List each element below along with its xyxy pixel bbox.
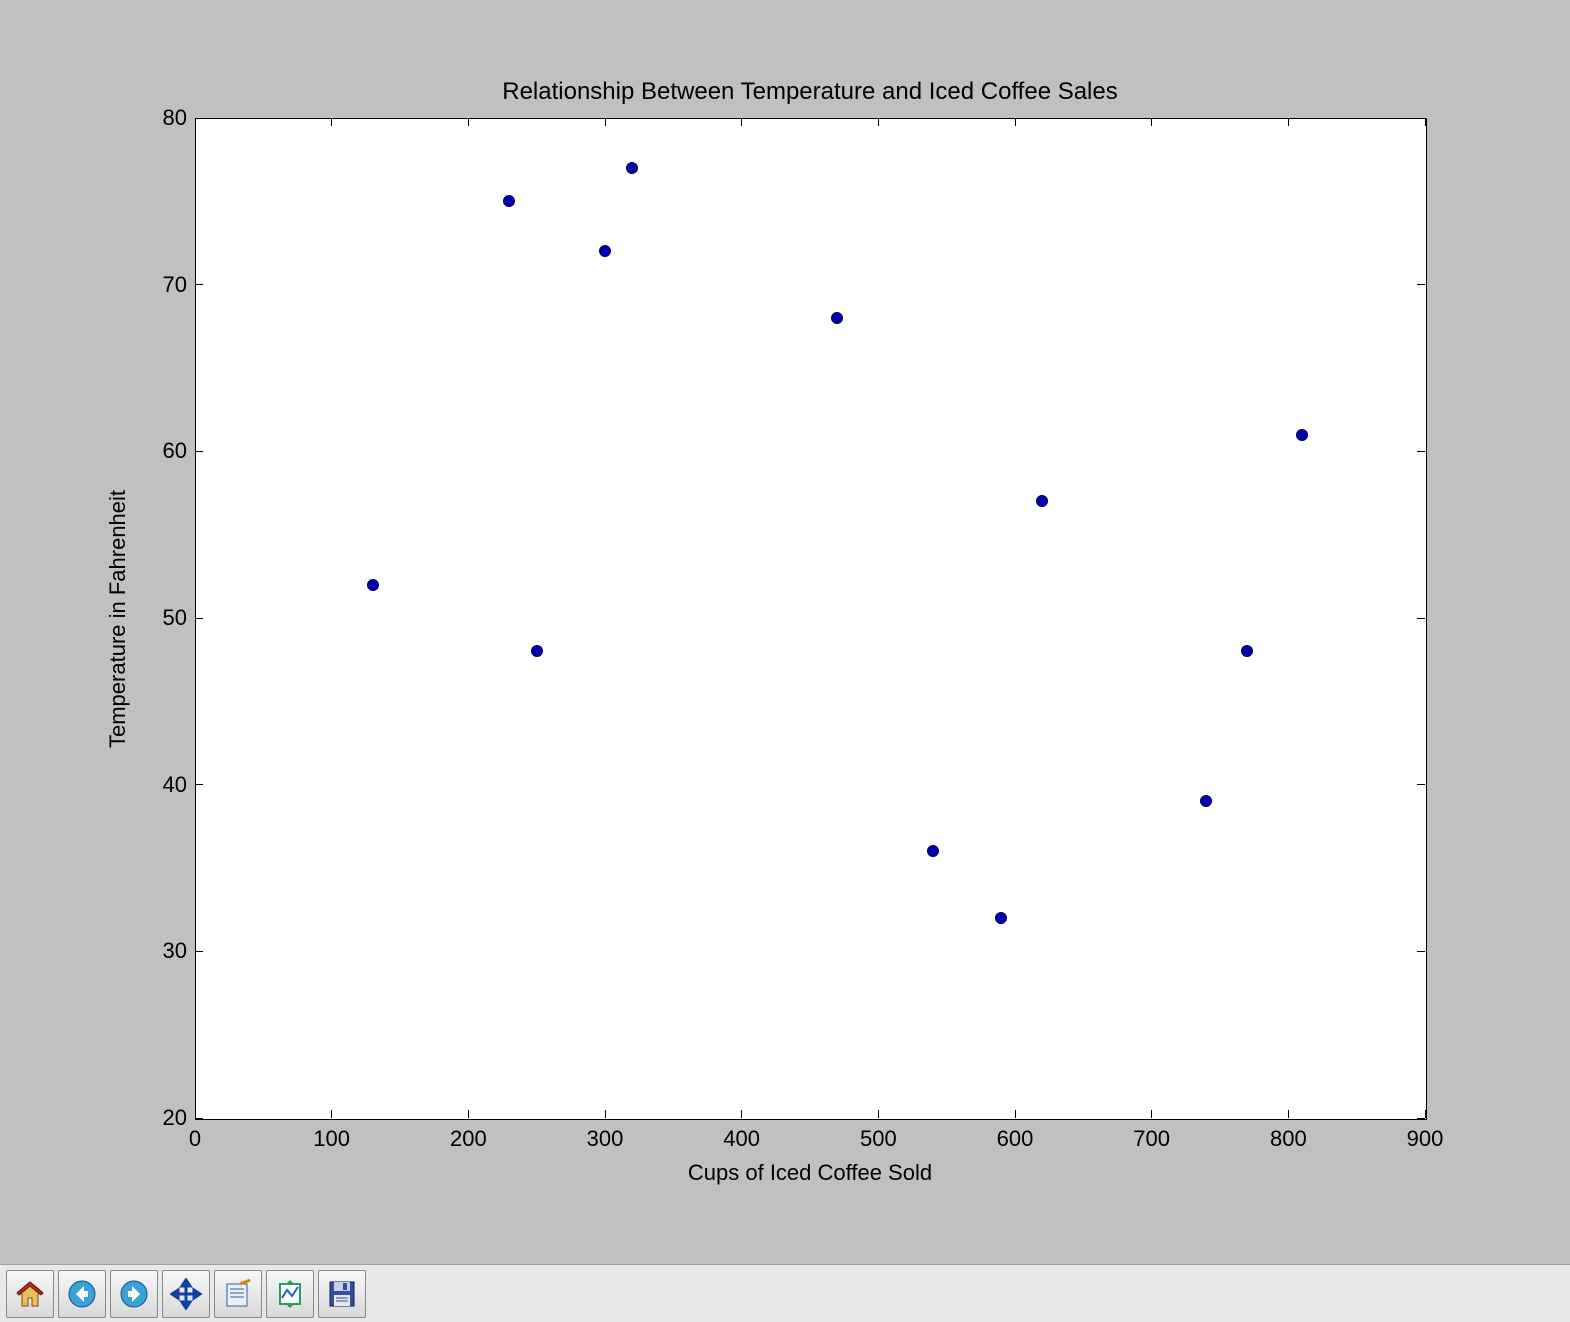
zoom-button[interactable] <box>214 1270 262 1318</box>
y-tick-label: 40 <box>153 772 187 798</box>
chart-title: Relationship Between Temperature and Ice… <box>195 78 1425 106</box>
y-tick-mark <box>1417 784 1425 785</box>
back-button[interactable] <box>58 1270 106 1318</box>
y-tick-mark <box>195 118 203 119</box>
x-tick-mark <box>331 1110 332 1118</box>
y-tick-mark <box>195 618 203 619</box>
data-point <box>1296 429 1308 441</box>
data-point <box>927 845 939 857</box>
x-tick-mark <box>741 118 742 126</box>
x-tick-label: 500 <box>860 1126 897 1152</box>
figure-toolbar <box>0 1264 1570 1322</box>
y-tick-mark <box>1417 118 1425 119</box>
data-point <box>531 645 543 657</box>
data-point <box>831 312 843 324</box>
y-tick-mark <box>1417 951 1425 952</box>
x-tick-mark <box>605 118 606 126</box>
subplots-button[interactable] <box>266 1270 314 1318</box>
x-tick-mark <box>468 118 469 126</box>
pan-button[interactable] <box>162 1270 210 1318</box>
home-icon <box>14 1278 46 1310</box>
data-point <box>503 195 515 207</box>
y-tick-mark <box>1417 284 1425 285</box>
x-axis-label: Cups of Iced Coffee Sold <box>195 1160 1425 1186</box>
data-point <box>995 912 1007 924</box>
x-tick-label: 300 <box>587 1126 624 1152</box>
y-tick-mark <box>195 1118 203 1119</box>
x-tick-label: 100 <box>313 1126 350 1152</box>
save-button[interactable] <box>318 1270 366 1318</box>
y-tick-mark <box>195 951 203 952</box>
x-tick-mark <box>1288 118 1289 126</box>
y-tick-mark <box>195 284 203 285</box>
x-tick-label: 0 <box>189 1126 201 1152</box>
x-tick-label: 400 <box>723 1126 760 1152</box>
x-tick-label: 800 <box>1270 1126 1307 1152</box>
x-tick-mark <box>878 118 879 126</box>
figure-canvas: Relationship Between Temperature and Ice… <box>0 0 1570 1264</box>
x-tick-label: 600 <box>997 1126 1034 1152</box>
axes-area <box>195 118 1427 1120</box>
forward-button[interactable] <box>110 1270 158 1318</box>
x-tick-mark <box>1151 118 1152 126</box>
x-tick-mark <box>1015 1110 1016 1118</box>
y-tick-label: 70 <box>153 272 187 298</box>
y-tick-mark <box>1417 451 1425 452</box>
zoom-rect-icon <box>222 1278 254 1310</box>
data-point <box>367 579 379 591</box>
y-tick-mark <box>195 784 203 785</box>
data-point <box>599 245 611 257</box>
x-tick-mark <box>1015 118 1016 126</box>
y-tick-label: 60 <box>153 438 187 464</box>
x-tick-label: 900 <box>1407 1126 1444 1152</box>
x-tick-mark <box>1425 118 1426 126</box>
y-tick-mark <box>1417 1118 1425 1119</box>
move-icon <box>170 1278 202 1310</box>
x-tick-mark <box>331 118 332 126</box>
y-tick-label: 80 <box>153 105 187 131</box>
x-tick-mark <box>1151 1110 1152 1118</box>
floppy-disk-icon <box>326 1278 358 1310</box>
home-button[interactable] <box>6 1270 54 1318</box>
data-point <box>1200 795 1212 807</box>
y-tick-mark <box>1417 618 1425 619</box>
y-axis-label: Temperature in Fahrenheit <box>105 490 131 748</box>
subplots-icon <box>274 1278 306 1310</box>
arrow-left-icon <box>66 1278 98 1310</box>
data-point <box>1036 495 1048 507</box>
x-tick-label: 200 <box>450 1126 487 1152</box>
data-point <box>1241 645 1253 657</box>
y-tick-mark <box>195 451 203 452</box>
x-tick-mark <box>195 118 196 126</box>
data-point <box>626 162 638 174</box>
y-tick-label: 20 <box>153 1105 187 1131</box>
y-tick-label: 30 <box>153 938 187 964</box>
x-tick-mark <box>468 1110 469 1118</box>
x-tick-mark <box>1288 1110 1289 1118</box>
x-tick-mark <box>741 1110 742 1118</box>
y-tick-label: 50 <box>153 605 187 631</box>
x-tick-mark <box>605 1110 606 1118</box>
x-tick-label: 700 <box>1133 1126 1170 1152</box>
x-tick-mark <box>878 1110 879 1118</box>
arrow-right-icon <box>118 1278 150 1310</box>
